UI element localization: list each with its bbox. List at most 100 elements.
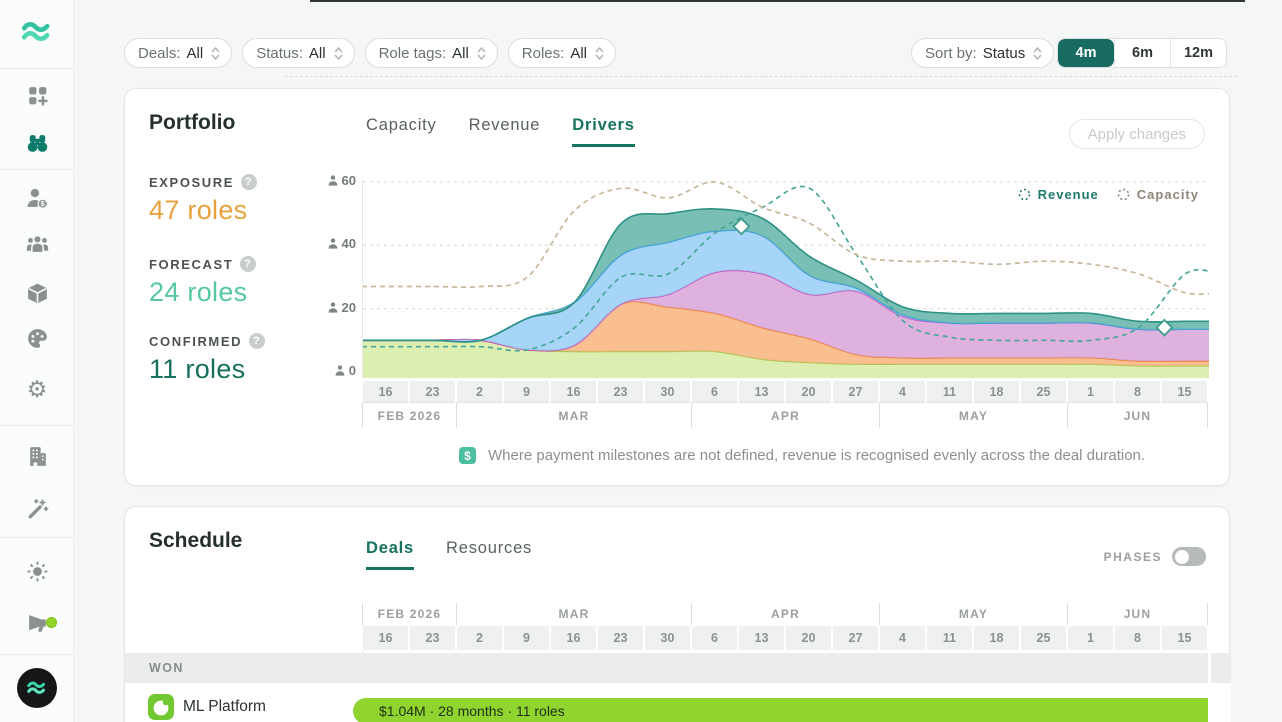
chevron-updown-icon	[211, 46, 220, 61]
phases-label: PHASES	[1104, 550, 1162, 564]
phases-control: PHASES	[1104, 547, 1206, 566]
footnote-text: Where payment milestones are not defined…	[488, 447, 1145, 464]
month-cell: MAY	[879, 403, 1067, 428]
week-cell: 2	[456, 625, 503, 651]
week-cell: 25	[1020, 380, 1067, 403]
chart-week-axis: 162329162330613202741118251815	[362, 380, 1208, 403]
week-cell: 1	[1067, 380, 1114, 403]
filter-bar: Deals:All Status: All Role tags:All Roles:Al…	[124, 38, 616, 68]
week-cell: 30	[644, 380, 691, 403]
stat-value: 47 roles	[149, 195, 257, 226]
range-button-4m[interactable]: 4m	[1058, 39, 1114, 67]
month-cell: MAR	[456, 603, 691, 625]
deal-name[interactable]: ML Platform	[183, 698, 266, 716]
week-cell: 15	[1161, 380, 1208, 403]
range-button-12m[interactable]: 12m	[1170, 39, 1226, 67]
help-icon[interactable]: ?	[241, 174, 257, 190]
week-cell: 11	[926, 380, 973, 403]
week-cell: 2	[456, 380, 503, 403]
team-icon[interactable]	[0, 229, 74, 257]
schedule-tab-resources[interactable]: Resources	[446, 539, 532, 570]
schedule-tab-deals[interactable]: Deals	[366, 539, 414, 570]
portfolio-tab-drivers[interactable]: Drivers	[572, 116, 634, 147]
schedule-week-axis: 162329162330613202741118251815	[362, 625, 1208, 651]
binoculars-icon[interactable]	[0, 129, 74, 157]
stat-label: CONFIRMED?	[149, 333, 265, 349]
week-cell: 4	[879, 625, 926, 651]
month-cell: FEB 2026	[362, 603, 456, 625]
help-icon[interactable]: ?	[240, 256, 256, 272]
theme-sun-icon[interactable]	[0, 557, 74, 585]
schedule-card: Schedule DealsResources PHASES FEB 2026M…	[124, 506, 1230, 722]
week-cell: 9	[503, 380, 550, 403]
divider	[0, 537, 74, 538]
package-icon[interactable]	[0, 279, 74, 307]
divider	[0, 68, 74, 69]
dashed-circle-icon	[1018, 188, 1031, 201]
week-cell: 23	[597, 625, 644, 651]
filter-dropdown-roles[interactable]: Roles:All	[508, 38, 616, 68]
week-cell: 30	[644, 625, 691, 651]
legend-item-revenue[interactable]: Revenue	[1018, 187, 1099, 202]
week-cell: 16	[550, 380, 597, 403]
week-cell: 6	[691, 625, 738, 651]
user-dollar-icon[interactable]: $	[0, 184, 74, 212]
range-button-6m[interactable]: 6m	[1114, 39, 1170, 67]
notification-dot	[46, 617, 57, 628]
content-dashed-border	[285, 76, 1237, 77]
portfolio-title: Portfolio	[149, 111, 235, 135]
week-cell: 20	[785, 380, 832, 403]
sort-label: Sort by:	[925, 45, 977, 62]
deal-bar[interactable]: $1.04M · 28 months · 11 roles	[353, 698, 1208, 722]
portfolio-tab-revenue[interactable]: Revenue	[469, 116, 541, 147]
palette-icon[interactable]	[0, 324, 74, 352]
stat-value: 24 roles	[149, 277, 256, 308]
help-icon[interactable]: ?	[249, 333, 265, 349]
sort-by-dropdown[interactable]: Sort by: Status	[911, 38, 1054, 68]
time-range-segmented-control: 4m6m12m	[1057, 38, 1227, 68]
toggle-knob	[1175, 550, 1189, 564]
deal-won-icon	[148, 694, 174, 720]
stat-confirmed: CONFIRMED?11 roles	[149, 333, 265, 385]
stat-label: EXPOSURE?	[149, 174, 257, 190]
won-section-header: WON	[125, 653, 1231, 683]
week-cell: 23	[597, 380, 644, 403]
week-cell: 23	[409, 625, 456, 651]
schedule-month-axis: FEB 2026MARAPRMAYJUN	[362, 603, 1208, 625]
legend-item-capacity[interactable]: Capacity	[1117, 187, 1199, 202]
divider	[0, 425, 74, 426]
week-cell: 6	[691, 380, 738, 403]
app-logo-icon[interactable]	[0, 18, 74, 46]
deal-row: ML Platform $1.04M · 28 months · 11 role…	[125, 683, 1231, 722]
month-cell: APR	[691, 403, 879, 428]
apps-add-icon[interactable]	[0, 81, 74, 109]
week-cell: 9	[503, 625, 550, 651]
week-cell: 27	[832, 380, 879, 403]
schedule-tabs: Deals Resources	[366, 539, 532, 570]
week-cell: 13	[738, 625, 785, 651]
won-section-label: WON	[149, 661, 184, 675]
y-axis-tick-60: 60	[316, 173, 356, 188]
filter-dropdown-roletags[interactable]: Role tags:All	[365, 38, 498, 68]
scrolled-content-edge	[310, 0, 1245, 2]
user-avatar[interactable]	[17, 668, 57, 708]
phases-toggle[interactable]	[1172, 547, 1206, 566]
portfolio-tab-capacity[interactable]: Capacity	[366, 116, 437, 147]
dashed-circle-icon	[1117, 188, 1130, 201]
filter-label: Deals:	[138, 45, 181, 62]
filter-dropdown-status[interactable]: Status: All	[242, 38, 354, 68]
announcements-megaphone-icon[interactable]	[0, 609, 74, 637]
apply-changes-button[interactable]: Apply changes	[1069, 119, 1205, 149]
week-cell: 1	[1067, 625, 1114, 651]
divider	[0, 169, 74, 170]
filter-label: Status:	[256, 45, 303, 62]
chevron-updown-icon	[1033, 46, 1042, 61]
filter-value: All	[309, 45, 326, 62]
magic-wand-icon[interactable]	[0, 495, 74, 523]
month-cell: JUN	[1067, 403, 1208, 428]
settings-gear-icon[interactable]: ⚙	[0, 375, 74, 403]
filter-dropdown-deals[interactable]: Deals:All	[124, 38, 232, 68]
company-building-icon[interactable]	[0, 442, 74, 470]
stat-exposure: EXPOSURE? 47 roles	[149, 174, 257, 226]
week-cell: 8	[1114, 625, 1161, 651]
